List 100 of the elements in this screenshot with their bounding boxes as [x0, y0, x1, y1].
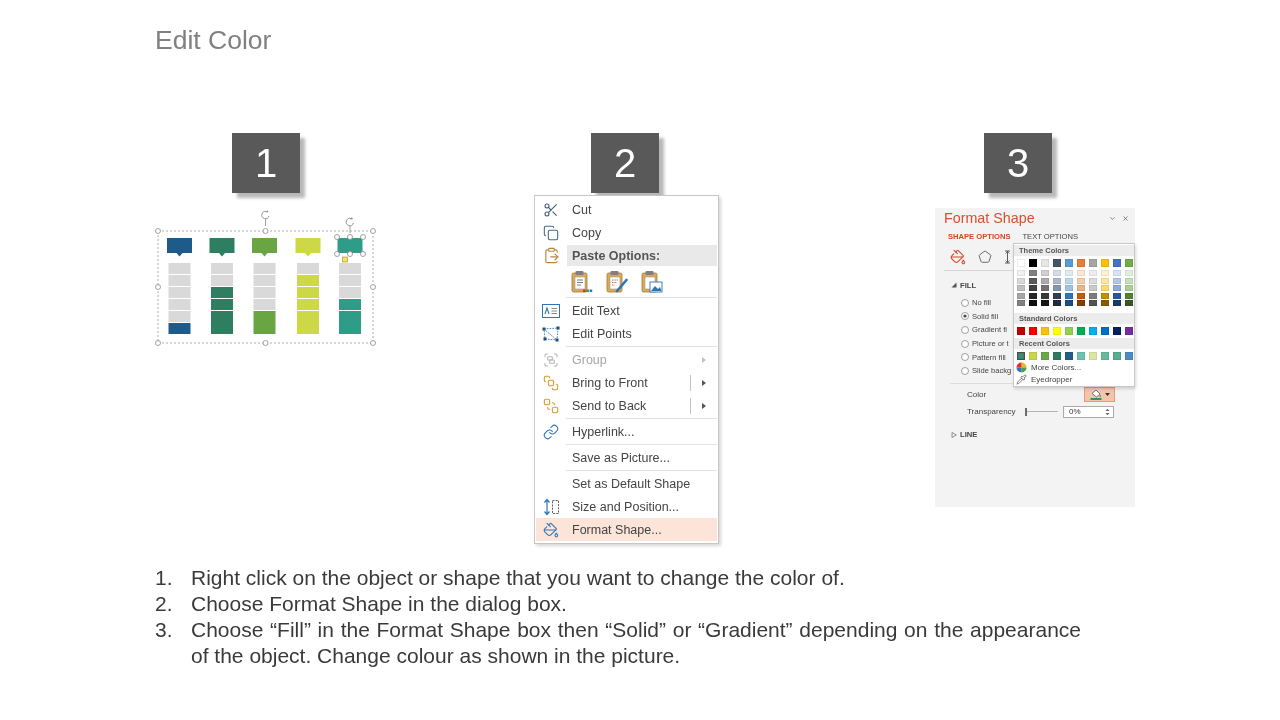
color-swatch[interactable]	[1017, 285, 1025, 291]
color-swatch[interactable]	[1113, 259, 1121, 267]
menu-item[interactable]: Edit Text	[536, 299, 717, 322]
radio-icon[interactable]	[961, 312, 969, 321]
color-swatch[interactable]	[1017, 327, 1025, 335]
color-swatch[interactable]	[1041, 277, 1049, 284]
color-swatch[interactable]	[1041, 285, 1049, 291]
menu-item[interactable]: Size and Position...	[536, 495, 717, 518]
color-swatch[interactable]	[1101, 327, 1109, 335]
color-swatch[interactable]	[1113, 352, 1121, 360]
color-swatch[interactable]	[1053, 277, 1061, 284]
color-swatch[interactable]	[1125, 285, 1133, 291]
color-swatch[interactable]	[1077, 292, 1085, 299]
color-swatch[interactable]	[1029, 327, 1037, 335]
menu-item[interactable]: Format Shape...	[536, 518, 717, 541]
color-swatch[interactable]	[1029, 285, 1037, 291]
color-swatch[interactable]	[1065, 259, 1073, 267]
menu-item[interactable]: Copy	[536, 221, 717, 244]
clipboard-picture-icon[interactable]	[641, 269, 663, 294]
color-swatch[interactable]	[1065, 352, 1073, 360]
color-swatch[interactable]	[1113, 300, 1121, 306]
spin-arrows-icon[interactable]	[1105, 407, 1110, 416]
color-swatch[interactable]	[1053, 270, 1061, 276]
color-swatch[interactable]	[1053, 352, 1061, 360]
color-swatch[interactable]	[1029, 352, 1037, 360]
fill-color-button[interactable]	[1084, 387, 1115, 403]
color-swatch[interactable]	[1101, 285, 1109, 291]
color-swatch[interactable]	[1089, 277, 1097, 284]
color-swatch[interactable]	[1017, 270, 1025, 276]
color-swatch[interactable]	[1125, 300, 1133, 306]
color-swatch[interactable]	[1113, 277, 1121, 284]
size-icon[interactable]	[1004, 250, 1012, 264]
menu-item[interactable]: Bring to Front	[536, 371, 717, 394]
color-swatch[interactable]	[1053, 292, 1061, 299]
color-swatch[interactable]	[1125, 259, 1133, 267]
color-swatch[interactable]	[1077, 300, 1085, 306]
color-swatch[interactable]	[1089, 292, 1097, 299]
color-swatch[interactable]	[1125, 277, 1133, 284]
transparency-field[interactable]: 0%	[1063, 405, 1114, 418]
color-swatch[interactable]	[1065, 285, 1073, 291]
color-swatch[interactable]	[1053, 259, 1061, 267]
color-swatch[interactable]	[1053, 327, 1061, 335]
color-swatch[interactable]	[1065, 270, 1073, 276]
color-swatch[interactable]	[1041, 270, 1049, 276]
radio-icon[interactable]	[961, 353, 969, 362]
color-swatch[interactable]	[1089, 259, 1097, 267]
color-swatch[interactable]	[1041, 327, 1049, 335]
color-swatch[interactable]	[1101, 292, 1109, 299]
color-swatch[interactable]	[1101, 270, 1109, 276]
color-swatch[interactable]	[1017, 292, 1025, 299]
color-swatch[interactable]	[1053, 300, 1061, 306]
radio-icon[interactable]	[961, 326, 969, 334]
pentagon-icon[interactable]	[978, 250, 992, 264]
menu-item[interactable]: Cut	[536, 198, 717, 221]
radio-icon[interactable]	[961, 366, 969, 375]
color-swatch[interactable]	[1113, 270, 1121, 276]
color-swatch[interactable]	[1017, 352, 1025, 360]
color-swatch[interactable]	[1029, 259, 1037, 267]
color-swatch[interactable]	[1065, 300, 1073, 306]
color-swatch[interactable]	[1089, 270, 1097, 276]
color-swatch[interactable]	[1029, 300, 1037, 306]
radio-icon[interactable]	[961, 298, 969, 307]
chevron-down-icon[interactable]	[1109, 214, 1116, 222]
color-swatch[interactable]	[1017, 277, 1025, 284]
radio-icon[interactable]	[961, 339, 969, 348]
menu-item[interactable]: Set as Default Shape	[536, 472, 717, 495]
color-swatch[interactable]	[1101, 259, 1109, 267]
menu-item[interactable]: Send to Back	[536, 394, 717, 417]
color-swatch[interactable]	[1041, 259, 1049, 267]
color-swatch[interactable]	[1017, 300, 1025, 306]
color-swatch[interactable]	[1101, 300, 1109, 306]
color-swatch[interactable]	[1077, 277, 1085, 284]
color-swatch[interactable]	[1065, 292, 1073, 299]
color-swatch[interactable]	[1029, 292, 1037, 299]
color-swatch[interactable]	[1125, 292, 1133, 299]
color-swatch[interactable]	[1065, 327, 1073, 335]
color-swatch[interactable]	[1041, 352, 1049, 360]
color-swatch[interactable]	[1089, 300, 1097, 306]
color-swatch[interactable]	[1077, 327, 1085, 335]
picker-menu-item[interactable]: More Colors...	[1014, 361, 1134, 373]
color-swatch[interactable]	[1125, 270, 1133, 276]
color-swatch[interactable]	[1125, 352, 1133, 360]
color-swatch[interactable]	[1101, 277, 1109, 284]
menu-item[interactable]: Edit Points	[536, 322, 717, 345]
clipboard-brush-icon[interactable]	[606, 269, 628, 294]
menu-item[interactable]: Save as Picture...	[536, 446, 717, 469]
color-swatch[interactable]	[1089, 352, 1097, 360]
close-icon[interactable]	[1122, 214, 1129, 222]
color-swatch[interactable]	[1077, 259, 1085, 267]
color-swatch[interactable]	[1041, 292, 1049, 299]
color-swatch[interactable]	[1077, 285, 1085, 291]
color-swatch[interactable]	[1077, 352, 1085, 360]
color-swatch[interactable]	[1101, 352, 1109, 360]
color-swatch[interactable]	[1089, 285, 1097, 291]
color-swatch[interactable]	[1077, 270, 1085, 276]
color-swatch[interactable]	[1113, 285, 1121, 291]
color-swatch[interactable]	[1113, 292, 1121, 299]
color-swatch[interactable]	[1125, 327, 1133, 335]
color-swatch[interactable]	[1089, 327, 1097, 335]
color-swatch[interactable]	[1065, 277, 1073, 284]
